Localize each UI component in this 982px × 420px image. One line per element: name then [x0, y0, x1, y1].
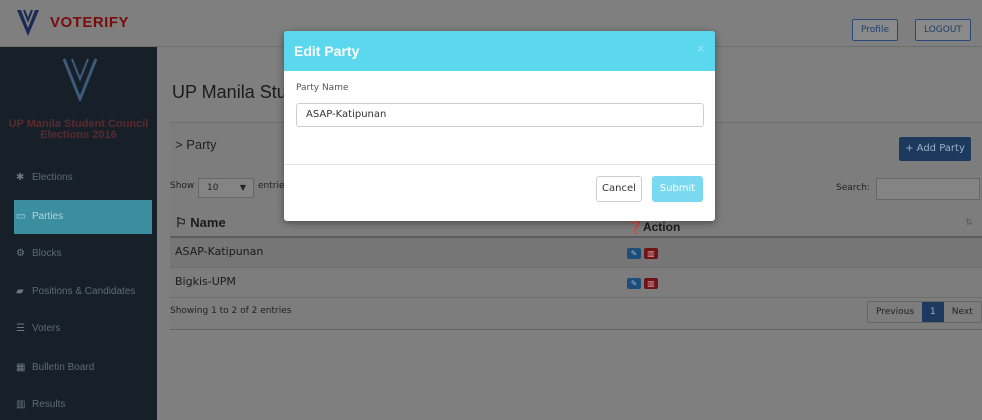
monitor-icon: ▭	[16, 211, 26, 222]
sidebar-item-label: Parties	[32, 211, 64, 222]
delete-trash-icon[interactable]: ▥	[644, 278, 658, 289]
book-icon: ▰	[16, 286, 24, 297]
pagination: Previous 1 Next	[867, 301, 982, 323]
party-name-cell: ASAP-Katipunan	[175, 245, 264, 258]
add-party-button[interactable]: + Add Party	[899, 137, 971, 161]
search-input[interactable]	[876, 178, 980, 200]
bar-chart-icon: ▥	[16, 399, 26, 410]
voterify-logo-icon[interactable]	[14, 8, 42, 38]
sidebar-item-positions-candidates[interactable]: ▰ Positions & Candidates	[0, 275, 157, 309]
sort-icon[interactable]: ⇅	[965, 218, 973, 228]
edit-party-modal: Edit Party × Party Name ASAP-Katipunan C…	[284, 31, 715, 221]
sidebar-item-label: Results	[32, 399, 66, 410]
brand-name[interactable]: VOTERIFY	[50, 14, 129, 31]
submit-button[interactable]: Submit	[652, 176, 703, 202]
profile-button[interactable]: Profile	[852, 19, 898, 41]
table-row: ASAP-Katipunan ✎ ▥	[170, 238, 982, 268]
sidebar-item-label: Voters	[32, 323, 61, 334]
sidebar-item-parties[interactable]: ▭ Parties	[14, 200, 152, 234]
close-icon[interactable]: ×	[696, 42, 705, 55]
sidebar-item-label: Elections	[32, 172, 73, 183]
edit-pencil-icon[interactable]: ✎	[627, 248, 641, 259]
sidebar-item-label: Blocks	[32, 248, 62, 259]
sidebar-item-label: Positions & Candidates	[32, 286, 136, 297]
sidebar-election-title: UP Manila Student Council Elections 2016	[0, 119, 157, 141]
modal-header: Edit Party ×	[284, 31, 715, 71]
pagination-next[interactable]: Next	[944, 302, 981, 322]
list-icon: ☰	[16, 323, 25, 334]
sidebar-item-bulletin-board[interactable]: ▦ Bulletin Board	[0, 351, 157, 385]
sidebar-item-voters[interactable]: ☰ Voters	[0, 312, 157, 346]
sidebar-item-blocks[interactable]: ⚙ Blocks	[0, 237, 157, 271]
modal-title: Edit Party	[294, 43, 360, 59]
column-header-action[interactable]: ❓Action	[628, 220, 680, 234]
column-header-action-label: Action	[642, 220, 681, 234]
show-label: Show	[170, 181, 195, 191]
column-header-name[interactable]: ⚐ Name	[175, 215, 226, 231]
page-title: UP Manila Stud	[172, 82, 297, 102]
table-icon: ▦	[16, 362, 26, 373]
edit-pencil-icon[interactable]: ✎	[627, 278, 641, 289]
pagination-previous[interactable]: Previous	[868, 302, 922, 322]
breadcrumb: > Party	[175, 137, 217, 152]
entries-per-page-value: 10	[207, 183, 219, 193]
dashboard-icon: ✱	[16, 172, 25, 183]
showing-entries-info: Showing 1 to 2 of 2 entries	[170, 306, 292, 316]
party-name-cell: Bigkis-UPM	[175, 275, 236, 288]
logout-button[interactable]: LOGOUT	[915, 19, 971, 41]
pagination-page-1[interactable]: 1	[922, 302, 944, 322]
party-name-label: Party Name	[296, 83, 349, 93]
sidebar: UP Manila Student Council Elections 2016…	[0, 47, 157, 420]
search-label: Search:	[836, 183, 870, 193]
cancel-button[interactable]: Cancel	[596, 176, 642, 202]
caret-down-icon: ▼	[239, 183, 246, 192]
flag-icon: ⚐	[175, 215, 187, 230]
modal-footer-divider	[284, 164, 715, 165]
sidebar-item-results[interactable]: ▥ Results	[0, 388, 157, 420]
sidebar-item-label: Bulletin Board	[32, 362, 95, 373]
column-header-name-label: Name	[190, 215, 226, 230]
table-row: Bigkis-UPM ✎ ▥	[170, 268, 982, 298]
question-circle-icon: ❓	[628, 220, 643, 234]
entries-per-page-select[interactable]: 10 ▼	[198, 178, 254, 198]
sidebar-title-line2: Elections 2016	[40, 129, 117, 141]
gears-icon: ⚙	[16, 248, 25, 259]
election-logo-icon	[62, 58, 98, 101]
sidebar-item-elections[interactable]: ✱ Elections	[0, 161, 157, 195]
party-name-input[interactable]: ASAP-Katipunan	[296, 103, 704, 127]
delete-trash-icon[interactable]: ▥	[644, 248, 658, 259]
